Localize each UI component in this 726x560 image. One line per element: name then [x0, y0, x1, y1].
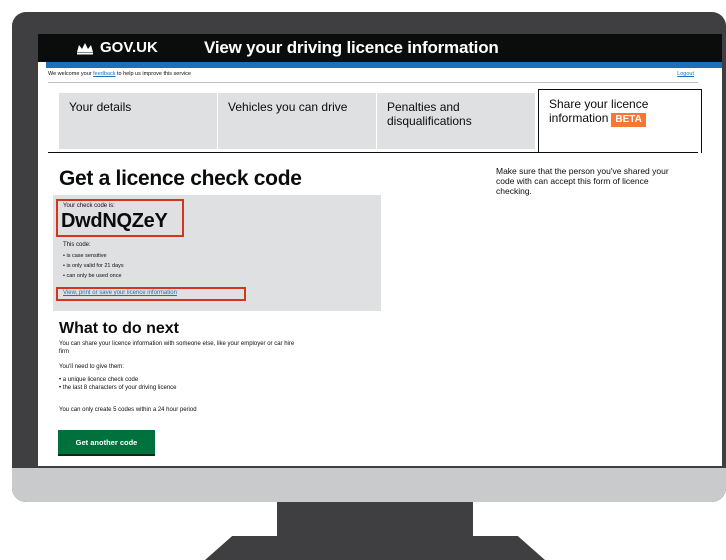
service-title: View your driving licence information: [204, 38, 499, 57]
next-steps-list: a unique licence check code the last 8 c…: [59, 376, 177, 392]
beta-badge: BETA: [611, 113, 646, 127]
tab-share-licence[interactable]: Share your licence information BETA: [538, 89, 702, 153]
logout-link[interactable]: Logout: [677, 71, 694, 77]
tab-your-details[interactable]: Your details: [59, 93, 217, 149]
gov-logo[interactable]: GOV.UK: [76, 39, 158, 56]
tab-vehicles[interactable]: Vehicles you can drive: [218, 93, 376, 149]
feedback-banner: We welcome your feedback to help us impr…: [48, 71, 694, 81]
check-code-panel: Your check code is: DwdNQZeY This code: …: [53, 195, 381, 311]
divider: [48, 82, 698, 83]
next-steps-need: You'll need to give them:: [59, 364, 124, 370]
tab-penalties[interactable]: Penalties and disqualifications: [377, 93, 535, 149]
view-licence-link[interactable]: View, print or save your licence informa…: [63, 290, 177, 296]
check-code: DwdNQZeY: [61, 210, 168, 232]
feedback-suffix: to help us improve this service: [115, 71, 191, 77]
code-intro: This code:: [63, 242, 91, 248]
next-steps-intro: You can share your licence information w…: [59, 341, 295, 355]
list-item: a unique licence check code: [59, 376, 177, 384]
code-rules-list: is case sensitive is only valid for 21 d…: [63, 251, 124, 281]
code-label: Your check code is:: [63, 203, 115, 209]
page-title: Get a licence check code: [59, 167, 302, 190]
next-steps-heading: What to do next: [59, 320, 179, 337]
feedback-prefix: We welcome your: [48, 71, 94, 77]
monitor-stand-neck: [277, 502, 473, 538]
tab-label: Vehicles you can drive: [228, 100, 348, 114]
logo-text: GOV.UK: [100, 39, 158, 56]
monitor-chin: [12, 468, 726, 502]
get-another-code-button[interactable]: Get another code: [58, 430, 155, 454]
tab-bar: Your details Vehicles you can drive Pena…: [59, 89, 703, 153]
list-item: the last 8 characters of your driving li…: [59, 384, 177, 392]
tab-label: Your details: [69, 100, 132, 114]
blue-accent-bar: [46, 62, 722, 68]
monitor-stand-base: [205, 536, 545, 560]
browser-screen: GOV.UK View your driving licence informa…: [38, 34, 722, 466]
list-item: is case sensitive: [63, 251, 124, 261]
crown-icon: [77, 42, 93, 54]
gov-header: GOV.UK View your driving licence informa…: [38, 34, 722, 62]
feedback-link[interactable]: feedback: [93, 71, 115, 77]
tab-label: Penalties and disqualifications: [387, 100, 472, 128]
list-item: is only valid for 21 days: [63, 261, 123, 271]
tabs-baseline: [48, 152, 698, 153]
list-item: can only be used once: [63, 271, 124, 281]
sidebar-note: Make sure that the person you've shared …: [496, 166, 669, 196]
code-limit-note: You can only create 5 codes within a 24 …: [59, 407, 197, 413]
